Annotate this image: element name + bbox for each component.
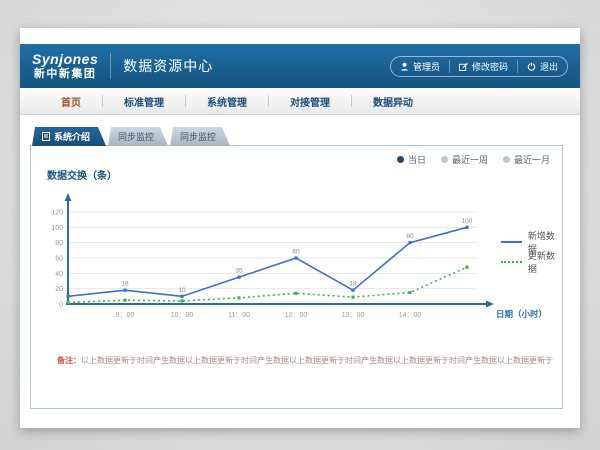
data-point-label: 18 (349, 281, 357, 288)
logo-text-en: Synjones (32, 52, 98, 67)
range-option-label: 当日 (408, 153, 426, 166)
x-tick-label: 12：00 (285, 312, 308, 319)
nav-item-interface-mgmt[interactable]: 对接管理 (269, 94, 351, 109)
tab-label: 同步监控 (180, 130, 216, 143)
browser-page: Synjones 新中新集团 数据资源中心 管理员 修改密码 退出 首页 标准管… (20, 28, 580, 428)
user-toolbar: 管理员 修改密码 退出 (390, 56, 568, 77)
data-point (66, 301, 69, 304)
tab-sync-monitor-2[interactable]: 同步监控 (170, 127, 230, 146)
nav-item-standard-mgmt[interactable]: 标准管理 (103, 94, 185, 109)
time-range-filter: 当日 最近一周 最近一月 (397, 153, 550, 166)
data-point-label: 100 (462, 218, 473, 225)
y-tick-label: 60 (55, 256, 63, 263)
company-logo: Synjones 新中新集团 (32, 52, 98, 79)
x-tick-label: 11：00 (228, 312, 250, 319)
content-panel: 当日 最近一周 最近一月 数据交换（条） 0204060801001209：00… (30, 145, 563, 409)
data-point (294, 256, 297, 259)
document-icon (42, 132, 50, 141)
chart-legend: 新增数据 更新数据 (501, 232, 562, 272)
power-icon (527, 62, 536, 71)
solid-line-swatch (501, 241, 522, 243)
dotted-line-swatch (501, 261, 522, 263)
range-option-today[interactable]: 当日 (397, 153, 426, 166)
data-point (351, 289, 354, 292)
logout-label: 退出 (540, 60, 558, 73)
data-point (237, 296, 240, 299)
user-icon (400, 62, 409, 71)
tab-sync-monitor-1[interactable]: 同步监控 (108, 127, 168, 146)
y-tick-label: 40 (55, 271, 63, 278)
logout-button[interactable]: 退出 (517, 60, 567, 73)
nav-item-data-change[interactable]: 数据异动 (352, 94, 434, 109)
tab-label: 同步监控 (118, 130, 154, 143)
x-tick-label: 9：00 (116, 312, 135, 319)
nav-item-system-mgmt[interactable]: 系统管理 (186, 94, 268, 109)
change-password-label: 修改密码 (472, 60, 508, 73)
current-user-label: 管理员 (413, 60, 440, 73)
data-point-label: 35 (235, 268, 243, 275)
x-tick-label: 14：00 (399, 312, 422, 319)
y-tick-label: 100 (51, 225, 63, 232)
app-header: Synjones 新中新集团 数据资源中心 管理员 修改密码 退出 (20, 44, 580, 88)
radio-unselected-icon (441, 156, 448, 163)
data-point (237, 276, 240, 279)
data-point (408, 241, 411, 244)
legend-item-update-data: 更新数据 (501, 252, 562, 272)
data-point (408, 291, 411, 294)
change-password-button[interactable]: 修改密码 (449, 60, 517, 73)
data-point (465, 266, 468, 269)
tab-bar: 系统介绍 同步监控 同步监控 (32, 127, 230, 146)
legend-label: 更新数据 (528, 249, 562, 275)
data-point (180, 299, 183, 302)
tab-system-intro[interactable]: 系统介绍 (32, 127, 106, 146)
current-user-button[interactable]: 管理员 (391, 60, 449, 73)
app-title: 数据资源中心 (123, 56, 213, 76)
y-tick-label: 120 (51, 210, 63, 217)
data-point (123, 289, 126, 292)
data-point-label: 80 (406, 233, 414, 240)
y-tick-label: 20 (55, 286, 63, 293)
data-point (180, 295, 183, 298)
header-divider (110, 53, 111, 79)
x-tick-label: 10：00 (171, 312, 194, 319)
y-tick-label: 0 (59, 302, 63, 309)
data-point (294, 292, 297, 295)
tab-label: 系统介绍 (54, 130, 90, 143)
data-point (66, 295, 69, 298)
data-point (351, 296, 354, 299)
radio-unselected-icon (503, 156, 510, 163)
line-chart: 0 20 40 60 80 100 120 9：00 10：00 11：00 12：00 13：00 1… (39, 176, 544, 331)
range-option-label: 最近一周 (452, 153, 488, 166)
range-option-last-week[interactable]: 最近一周 (441, 153, 488, 166)
data-point (465, 226, 468, 229)
data-point-label: 60 (292, 249, 300, 256)
radio-selected-icon (397, 156, 404, 163)
y-tick-label: 80 (55, 240, 63, 247)
data-point (123, 299, 126, 302)
nav-item-home[interactable]: 首页 (40, 94, 102, 109)
data-point-label: 10 (178, 287, 186, 294)
logo-text-cn: 新中新集团 (32, 68, 98, 80)
x-axis-arrow (486, 301, 494, 308)
edit-icon (459, 62, 468, 71)
data-point-label: 18 (121, 281, 129, 288)
range-option-label: 最近一月 (514, 153, 550, 166)
x-tick-label: 13：00 (342, 312, 365, 319)
footnote-label: 备注： (57, 356, 81, 365)
main-nav: 首页 标准管理 系统管理 对接管理 数据异动 (20, 88, 580, 115)
x-axis-title: 日期（小时） (496, 309, 544, 319)
footnote: 备注：以上数据更新于时间产生数据以上数据更新于时间产生数据以上数据更新于时间产生… (57, 355, 547, 366)
footnote-text: 以上数据更新于时间产生数据以上数据更新于时间产生数据以上数据更新于时间产生数据以… (81, 356, 553, 365)
range-option-last-month[interactable]: 最近一月 (503, 153, 550, 166)
y-axis-arrow (65, 193, 72, 201)
